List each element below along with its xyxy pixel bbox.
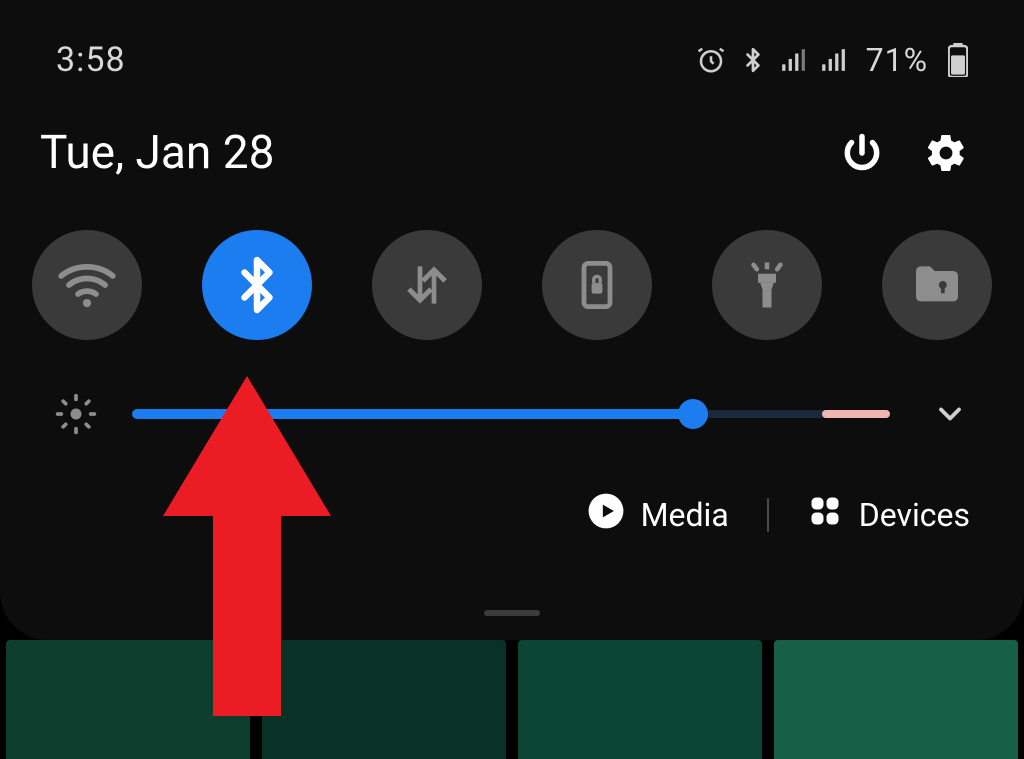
brightness-expand-chevron[interactable] bbox=[926, 396, 974, 432]
devices-grid-icon bbox=[807, 493, 843, 537]
devices-label: Devices bbox=[859, 496, 970, 534]
devices-button[interactable]: Devices bbox=[807, 493, 970, 537]
status-right-cluster: 71% bbox=[696, 41, 968, 79]
panel-header: Tue, Jan 28 bbox=[0, 80, 1024, 180]
qs-tile-flashlight[interactable] bbox=[712, 230, 822, 340]
qs-tile-securefolder[interactable] bbox=[882, 230, 992, 340]
bluetooth-icon bbox=[227, 255, 287, 315]
power-icon[interactable] bbox=[840, 131, 884, 175]
qs-tile-rotationlock[interactable] bbox=[542, 230, 652, 340]
battery-icon bbox=[948, 43, 968, 77]
play-circle-icon bbox=[587, 492, 625, 538]
slider-track-extra bbox=[822, 410, 890, 418]
wifi-icon bbox=[56, 254, 118, 316]
bluetooth-status-icon bbox=[740, 45, 766, 75]
flashlight-icon bbox=[740, 258, 794, 312]
settings-gear-icon[interactable] bbox=[924, 131, 968, 175]
qs-tile-bluetooth[interactable] bbox=[202, 230, 312, 340]
panel-drag-handle[interactable] bbox=[484, 610, 540, 616]
shortcut-divider bbox=[767, 498, 769, 532]
secure-folder-icon bbox=[909, 257, 965, 313]
slider-thumb[interactable] bbox=[678, 399, 708, 429]
rotation-lock-icon bbox=[571, 259, 623, 311]
media-label: Media bbox=[641, 496, 729, 534]
quick-settings-panel: 3:58 71% Tue, J bbox=[0, 0, 1024, 640]
slider-fill bbox=[132, 409, 693, 419]
brightness-slider[interactable] bbox=[132, 402, 890, 426]
quick-settings-row bbox=[0, 180, 1024, 340]
status-bar: 3:58 71% bbox=[0, 0, 1024, 80]
background-app-peek bbox=[0, 640, 1024, 759]
panel-bottom-shortcuts: Media Devices bbox=[0, 436, 1024, 538]
status-clock: 3:58 bbox=[56, 40, 126, 80]
brightness-icon[interactable] bbox=[48, 392, 104, 436]
brightness-row bbox=[0, 340, 1024, 436]
mobiledata-icon bbox=[399, 257, 455, 313]
signal-icon-1 bbox=[780, 46, 806, 74]
battery-percentage: 71% bbox=[866, 41, 928, 79]
panel-date[interactable]: Tue, Jan 28 bbox=[40, 126, 274, 180]
qs-tile-wifi[interactable] bbox=[32, 230, 142, 340]
media-output-button[interactable]: Media bbox=[587, 492, 729, 538]
qs-tile-mobiledata[interactable] bbox=[372, 230, 482, 340]
alarm-icon bbox=[696, 45, 726, 75]
signal-icon-2 bbox=[820, 46, 846, 74]
